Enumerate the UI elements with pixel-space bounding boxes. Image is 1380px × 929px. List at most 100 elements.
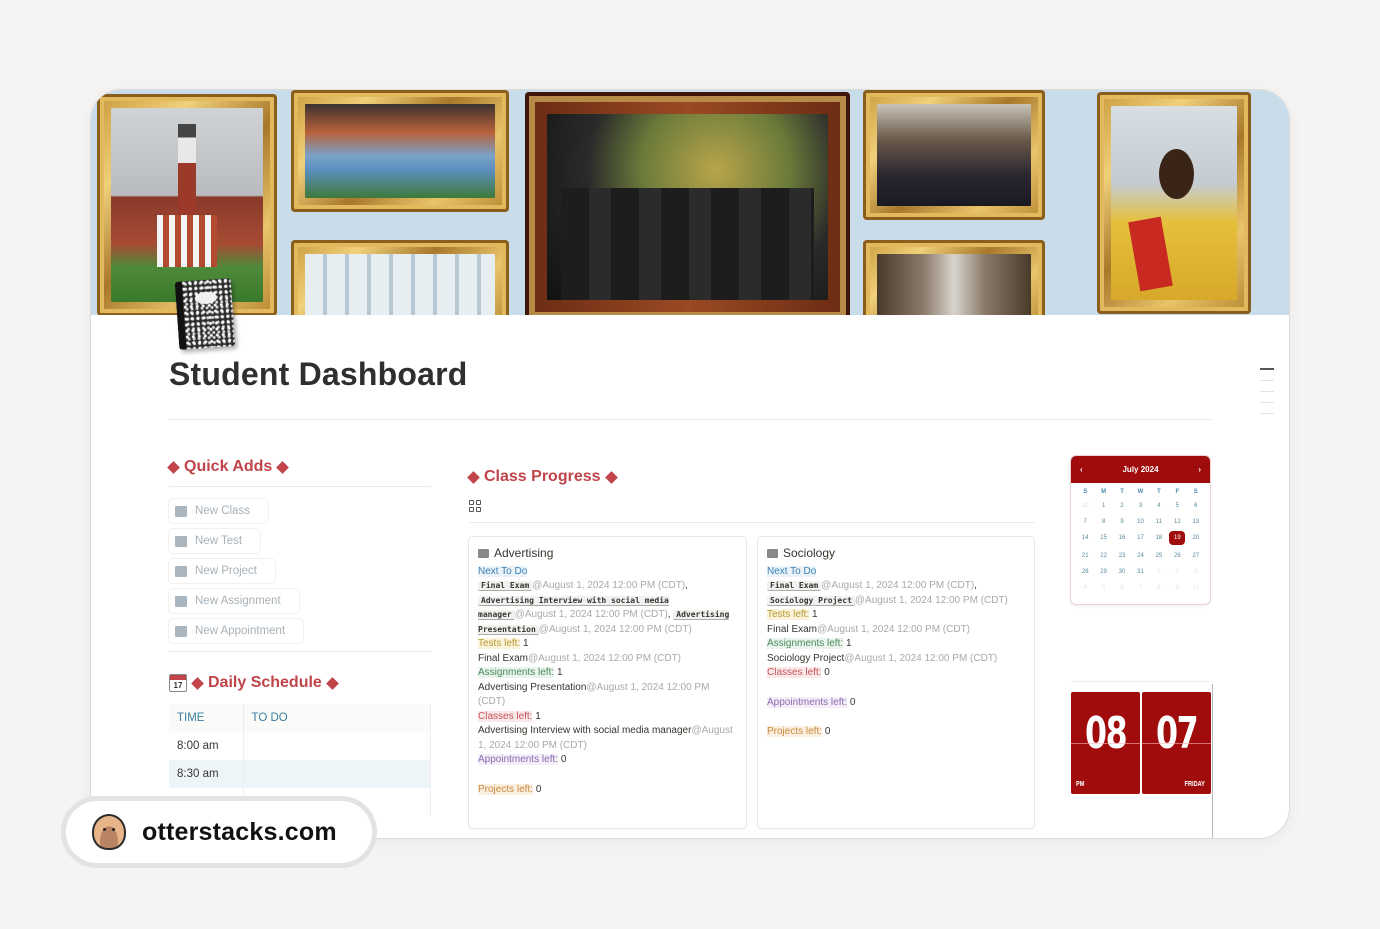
divider xyxy=(169,651,431,652)
next-month-button[interactable]: › xyxy=(1198,465,1201,474)
date-mention[interactable]: @August 1, 2024 12:00 PM (CDT) xyxy=(817,624,970,635)
calendar-day[interactable]: 8 xyxy=(1094,518,1112,527)
cover-image[interactable] xyxy=(91,90,1289,315)
calendar-day-outside[interactable]: 10 xyxy=(1187,584,1205,593)
column-header-time[interactable]: TIME xyxy=(169,704,244,732)
mention-chip[interactable]: Final Exam xyxy=(767,581,822,591)
table-row[interactable]: 8:30 am xyxy=(169,760,431,788)
new-project-button[interactable]: New Project xyxy=(169,559,275,583)
calendar-day[interactable]: 31 xyxy=(1131,568,1149,577)
diamond-icon xyxy=(276,460,290,474)
date-mention[interactable]: @August 1, 2024 12:00 PM (CDT) xyxy=(855,595,1008,606)
date-mention[interactable]: @August 1, 2024 12:00 PM (CDT) xyxy=(528,653,681,664)
mention-chip[interactable]: Sociology Project xyxy=(767,595,855,606)
calendar-day[interactable]: 14 xyxy=(1076,534,1094,543)
calendar-day[interactable]: 20 xyxy=(1187,534,1205,543)
new-class-button[interactable]: New Class xyxy=(169,499,268,523)
todo-cell[interactable] xyxy=(243,732,431,760)
watermark-text: otterstacks.com xyxy=(142,817,337,846)
prev-month-button[interactable]: ‹ xyxy=(1080,465,1083,474)
new-test-button[interactable]: New Test xyxy=(169,529,260,553)
calendar-day[interactable]: 24 xyxy=(1131,552,1149,561)
calendar-day[interactable]: 22 xyxy=(1094,552,1112,561)
calendar-day[interactable]: 3 xyxy=(1131,502,1149,511)
composition-notebook-icon[interactable] xyxy=(174,278,236,350)
calendar-day[interactable]: 12 xyxy=(1168,518,1186,527)
calendar-day-outside[interactable]: 4 xyxy=(1076,584,1094,593)
calendar-day[interactable]: 27 xyxy=(1187,552,1205,561)
column-header-todo[interactable]: TO DO xyxy=(243,704,431,732)
gallery-view-icon[interactable] xyxy=(469,500,481,512)
calendar-day[interactable]: 2 xyxy=(1113,502,1131,511)
date-mention[interactable]: @August 1, 2024 12:00 PM (CDT) xyxy=(539,624,692,635)
calendar-day[interactable]: 4 xyxy=(1150,502,1168,511)
toc-line[interactable] xyxy=(1260,391,1274,392)
toc-line[interactable] xyxy=(1260,380,1274,381)
cover-frame-library xyxy=(863,240,1045,315)
projects-left-label: Projects left: xyxy=(478,783,534,795)
calendar-day[interactable]: 6 xyxy=(1187,502,1205,511)
quick-adds-section: Quick Adds New Class New Test New Projec… xyxy=(167,458,431,652)
calendar-day[interactable]: 30 xyxy=(1113,568,1131,577)
classes-left-count: 1 xyxy=(535,710,541,722)
calendar-day[interactable]: 21 xyxy=(1076,552,1094,561)
page-title[interactable]: Student Dashboard xyxy=(169,356,468,393)
calendar-day[interactable]: 25 xyxy=(1150,552,1168,561)
assignment-item[interactable]: Advertising Presentation xyxy=(478,682,586,693)
new-appointment-button[interactable]: New Appointment xyxy=(169,619,303,643)
calendar-day-outside[interactable]: 5 xyxy=(1094,584,1112,593)
calendar-day-outside[interactable]: 1 xyxy=(1150,568,1168,577)
assignment-item[interactable]: Sociology Project xyxy=(767,653,844,664)
calendar-day[interactable]: 29 xyxy=(1094,568,1112,577)
calendar-day-outside[interactable]: 30 xyxy=(1076,502,1094,511)
button-label: New Test xyxy=(195,535,243,547)
test-item[interactable]: Final Exam xyxy=(478,653,528,664)
calendar-day-outside[interactable]: 6 xyxy=(1113,584,1131,593)
calendar-day-outside[interactable]: 3 xyxy=(1187,568,1205,577)
card-title: Sociology xyxy=(767,546,1025,561)
date-mention[interactable]: @August 1, 2024 12:00 PM (CDT) xyxy=(515,609,668,620)
date-mention[interactable]: @August 1, 2024 12:00 PM (CDT) xyxy=(532,580,685,591)
toc-line[interactable] xyxy=(1260,368,1274,370)
calendar-day[interactable]: 23 xyxy=(1113,552,1131,561)
calendar-day[interactable]: 28 xyxy=(1076,568,1094,577)
date-mention[interactable]: @August 1, 2024 12:00 PM (CDT) xyxy=(844,653,997,664)
toc-line[interactable] xyxy=(1260,402,1274,403)
toc-line[interactable] xyxy=(1260,413,1274,414)
card-title: Advertising xyxy=(478,546,737,561)
assignments-left-count: 1 xyxy=(845,638,852,649)
date-mention[interactable]: @August 1, 2024 12:00 PM (CDT) xyxy=(821,580,974,591)
calendar-day[interactable]: 10 xyxy=(1131,518,1149,527)
next-to-do-list: Final Exam @August 1, 2024 12:00 PM (CDT)… xyxy=(767,579,1025,608)
calendar-day[interactable]: 9 xyxy=(1113,518,1131,527)
calendar-day[interactable]: 26 xyxy=(1168,552,1186,561)
calendar-day[interactable]: 15 xyxy=(1094,534,1112,543)
mention-chip[interactable]: Final Exam xyxy=(478,581,533,591)
class-card-sociology[interactable]: Sociology Next To Do Final Exam @August 1… xyxy=(758,537,1034,828)
calendar-day[interactable]: 17 xyxy=(1131,534,1149,543)
calendar-day-outside[interactable]: 7 xyxy=(1131,584,1149,593)
table-row[interactable]: 8:00 am xyxy=(169,732,431,760)
table-of-contents-minimap[interactable] xyxy=(1260,368,1274,424)
time-cell[interactable]: 8:30 am xyxy=(169,760,244,788)
weekday-label: S xyxy=(1193,489,1198,495)
calendar-day-outside[interactable]: 9 xyxy=(1168,584,1186,593)
calendar-day[interactable]: 13 xyxy=(1187,518,1205,527)
calendar-day-outside[interactable]: 2 xyxy=(1168,568,1186,577)
new-assignment-button[interactable]: New Assignment xyxy=(169,589,299,613)
calendar-day[interactable]: 5 xyxy=(1168,502,1186,511)
class-item[interactable]: Advertising Interview with social media … xyxy=(478,725,691,736)
calendar-day[interactable]: 16 xyxy=(1113,534,1131,543)
todo-cell[interactable] xyxy=(243,760,431,788)
calendar-day-outside[interactable]: 8 xyxy=(1150,584,1168,593)
calendar-day[interactable]: 11 xyxy=(1150,518,1168,527)
class-card-advertising[interactable]: Advertising Next To Do Final Exam @August… xyxy=(469,537,746,828)
weekday-label: S xyxy=(1083,489,1088,495)
time-cell[interactable]: 8:00 am xyxy=(169,732,244,760)
calendar-day[interactable]: 18 xyxy=(1150,534,1168,543)
calendar-day[interactable]: 7 xyxy=(1076,518,1094,527)
cover-frame-students xyxy=(291,90,509,212)
calendar-day-selected[interactable]: 19 xyxy=(1169,531,1186,545)
calendar-day[interactable]: 1 xyxy=(1094,502,1112,511)
test-item[interactable]: Final Exam xyxy=(767,624,817,635)
